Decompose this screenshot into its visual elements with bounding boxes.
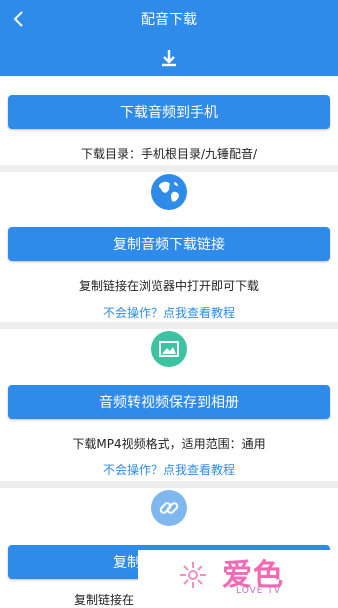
watermark: 爱色 LOVE TV <box>138 550 338 600</box>
section-divider <box>0 322 338 329</box>
image-icon <box>151 331 187 367</box>
back-button[interactable] <box>6 6 32 32</box>
page-title: 配音下载 <box>141 12 197 28</box>
link-icon <box>151 490 187 526</box>
download-icon <box>151 40 187 76</box>
tutorial-link[interactable]: 不会操作？点我查看教程 <box>0 461 338 478</box>
chevron-left-icon <box>13 11 23 27</box>
download-audio-button[interactable]: 下载音频到手机 <box>8 95 330 129</box>
section-divider <box>0 165 338 172</box>
watermark-subtitle: LOVE TV <box>236 586 281 596</box>
audio-to-video-button[interactable]: 音频转视频保存到相册 <box>8 385 330 419</box>
video-format-text: 下载MP4视频格式，适用范围：通用 <box>72 437 266 451</box>
section-divider <box>0 481 338 488</box>
download-directory-text: 下载目录：手机根目录/九锤配音/ <box>80 147 258 161</box>
flower-logo-icon <box>180 562 206 588</box>
top-bar: 配音下载 <box>0 0 338 38</box>
globe-icon <box>151 174 187 210</box>
copy-link-hint: 复制链接在浏览器中打开即可下载 <box>78 279 259 293</box>
copy-audio-link-button[interactable]: 复制音频下载链接 <box>8 227 330 261</box>
tutorial-link[interactable]: 不会操作？点我查看教程 <box>0 304 338 321</box>
